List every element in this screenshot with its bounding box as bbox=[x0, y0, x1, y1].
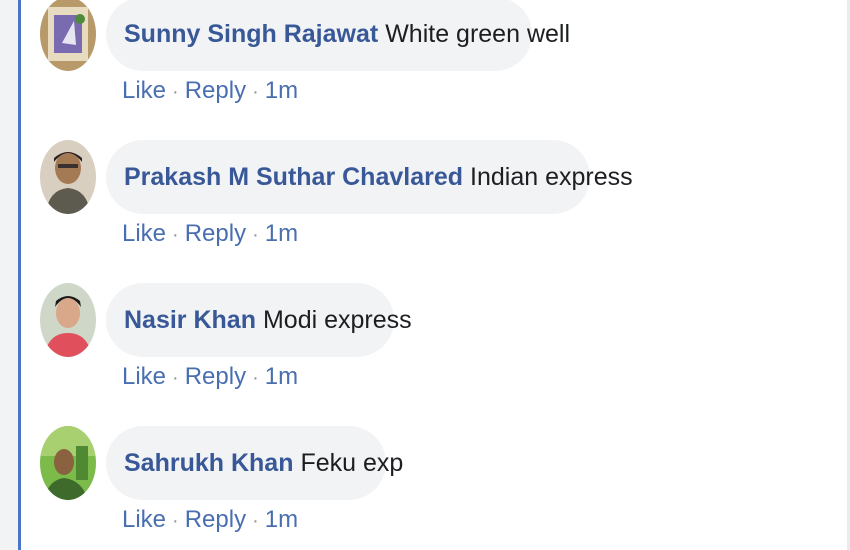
author-name[interactable]: Sahrukh Khan bbox=[124, 449, 293, 478]
reply-link[interactable]: Reply bbox=[185, 363, 246, 390]
like-link[interactable]: Like bbox=[122, 77, 166, 104]
author-name[interactable]: Prakash M Suthar Chavlared bbox=[124, 163, 463, 192]
separator: · bbox=[172, 510, 179, 532]
avatar[interactable] bbox=[40, 140, 96, 214]
timestamp-link[interactable]: 1m bbox=[265, 506, 298, 533]
separator: · bbox=[172, 224, 179, 246]
comment-actions: Like · Reply · 1m bbox=[122, 363, 298, 391]
separator: · bbox=[252, 510, 259, 532]
timestamp-link[interactable]: 1m bbox=[265, 363, 298, 390]
separator: · bbox=[252, 224, 259, 246]
comment-text: Feku exp bbox=[300, 448, 404, 477]
separator: · bbox=[252, 81, 259, 103]
author-name[interactable]: Sunny Singh Rajawat bbox=[124, 20, 378, 49]
comment-item: Nasir Khan Modi express Like · Reply · 1m bbox=[40, 283, 820, 393]
comment-item: Sunny Singh Rajawat White green well Lik… bbox=[40, 0, 820, 107]
author-name[interactable]: Nasir Khan bbox=[124, 306, 256, 335]
avatar[interactable] bbox=[40, 0, 96, 71]
separator: · bbox=[172, 367, 179, 389]
left-rail bbox=[0, 0, 18, 550]
comment-bubble: Sahrukh Khan Feku exp bbox=[106, 426, 403, 500]
comment-bubble: Sunny Singh Rajawat White green well bbox=[106, 0, 570, 71]
thread-line bbox=[18, 0, 21, 550]
comment-text: Modi express bbox=[262, 305, 412, 334]
comment-item: Prakash M Suthar Chavlared Indian expres… bbox=[40, 140, 820, 250]
reply-link[interactable]: Reply bbox=[185, 220, 246, 247]
comment-text: White green well bbox=[385, 19, 571, 48]
comment-text: Indian express bbox=[470, 162, 633, 191]
avatar[interactable] bbox=[40, 283, 96, 357]
comment-bubble: Prakash M Suthar Chavlared Indian expres… bbox=[106, 140, 633, 214]
like-link[interactable]: Like bbox=[122, 506, 166, 533]
comment-item: Sahrukh Khan Feku exp Like · Reply · 1m bbox=[40, 426, 820, 536]
like-link[interactable]: Like bbox=[122, 363, 166, 390]
reply-link[interactable]: Reply bbox=[185, 506, 246, 533]
comment-actions: Like · Reply · 1m bbox=[122, 220, 298, 248]
reply-link[interactable]: Reply bbox=[185, 77, 246, 104]
comment-thread: Sunny Singh Rajawat White green well Lik… bbox=[0, 0, 850, 550]
comment-actions: Like · Reply · 1m bbox=[122, 77, 298, 105]
avatar[interactable] bbox=[40, 426, 96, 500]
separator: · bbox=[252, 367, 259, 389]
separator: · bbox=[172, 81, 179, 103]
comment-actions: Like · Reply · 1m bbox=[122, 506, 298, 534]
timestamp-link[interactable]: 1m bbox=[265, 220, 298, 247]
comment-bubble: Nasir Khan Modi express bbox=[106, 283, 412, 357]
timestamp-link[interactable]: 1m bbox=[265, 77, 298, 104]
like-link[interactable]: Like bbox=[122, 220, 166, 247]
